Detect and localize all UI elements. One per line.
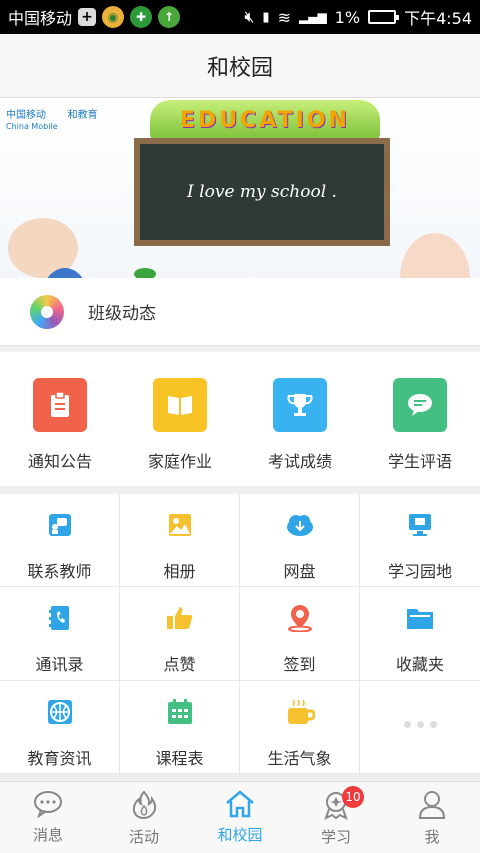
wifi-icon: ≋ [277, 7, 291, 27]
favorites-label: 收藏夹 [395, 655, 444, 675]
monitor-icon [405, 510, 435, 540]
photo-icon [165, 510, 195, 540]
main-feature-grid: 通知公告 家庭作业 考试成绩 学生评语 [0, 352, 480, 486]
message-icon [34, 791, 62, 818]
contact-teacher-button[interactable]: 联系教师 [0, 494, 120, 588]
cloud-download-icon [285, 510, 315, 540]
nav-me[interactable]: 我 [384, 782, 480, 853]
clock: 下午4:54 [404, 9, 472, 28]
upload-arrow-icon: ↑ [158, 6, 181, 28]
location-icon [285, 603, 315, 633]
timetable-label: 课程表 [155, 748, 204, 768]
person-icon [418, 791, 446, 819]
class-dynamics-icon [30, 294, 64, 329]
china-mobile-logo: 中国移动 China Mobile [6, 110, 58, 131]
title-bar: 和校园 [0, 34, 480, 98]
nav-campus-label: 和校园 [217, 826, 263, 844]
flame-icon [132, 790, 157, 820]
bottom-nav: 消息 活动 和校园 10 学习 我 [0, 781, 480, 853]
education-news-label: 教育资讯 [27, 748, 92, 768]
add-icon: + [78, 8, 97, 26]
banner-logos: 中国移动 China Mobile 和教育 [6, 106, 98, 132]
mute-icon: 🔇︎ [244, 7, 255, 26]
nav-activities-label: 活动 [128, 828, 159, 846]
student-comments-button[interactable]: 学生评语 [360, 352, 480, 486]
nav-learning-label: 学习 [320, 828, 351, 846]
notice-button[interactable]: 通知公告 [0, 352, 120, 486]
battery-percent: 1% [334, 7, 361, 27]
contact-teacher-icon [45, 510, 75, 540]
nav-messages[interactable]: 消息 [0, 782, 96, 853]
basketball-icon [45, 697, 75, 727]
study-area-button[interactable]: 学习园地 [360, 494, 480, 588]
folder-icon [405, 603, 435, 633]
chat-icon [393, 378, 447, 432]
nav-messages-label: 消息 [32, 826, 63, 844]
signal-icon: ▂▄▆ [298, 10, 327, 24]
student-illustration [400, 233, 470, 278]
sim-icon: ▮ [262, 9, 270, 25]
page-title: 和校园 [206, 55, 273, 81]
clipboard-icon [33, 378, 87, 432]
trophy-icon [273, 378, 327, 432]
education-news-button[interactable]: 教育资讯 [0, 680, 120, 774]
calendar-icon [165, 697, 195, 727]
thumbs-up-icon [165, 603, 195, 633]
nav-activities[interactable]: 活动 [96, 782, 192, 853]
homework-label: 家庭作业 [147, 452, 212, 471]
album-label: 相册 [163, 562, 196, 581]
like-button[interactable]: 点赞 [120, 587, 240, 681]
cloud-drive-button[interactable]: 网盘 [240, 494, 360, 588]
contact-teacher-label: 联系教师 [27, 562, 92, 581]
nav-learning[interactable]: 10 学习 [288, 782, 384, 853]
nav-campus[interactable]: 和校园 [192, 782, 288, 853]
like-label: 点赞 [163, 655, 196, 675]
timetable-button[interactable]: 课程表 [120, 680, 240, 774]
notice-label: 通知公告 [27, 452, 92, 471]
address-book-button[interactable]: 通讯录 [0, 587, 120, 681]
plus-app-icon: ✚ [130, 6, 153, 28]
favorites-button[interactable]: 收藏夹 [360, 587, 480, 681]
battery-icon [368, 10, 400, 24]
book-icon [153, 378, 207, 432]
exam-scores-button[interactable]: 考试成绩 [240, 352, 360, 486]
leaf-illustration [134, 268, 156, 278]
study-area-label: 学习园地 [387, 562, 452, 581]
class-dynamics-label: 班级动态 [88, 304, 156, 324]
check-in-button[interactable]: 签到 [240, 587, 360, 681]
carrier-name: 中国移动 [8, 9, 73, 28]
education-sign: EDUCATION [150, 100, 380, 140]
chalkboard: I love my school . [134, 138, 390, 246]
student-comments-label: 学生评语 [387, 452, 452, 471]
album-button[interactable]: 相册 [120, 494, 240, 588]
home-icon [226, 790, 254, 818]
more-button[interactable] [360, 681, 480, 774]
promo-banner[interactable]: 中国移动 China Mobile 和教育 EDUCATION I love my… [0, 98, 480, 278]
coffee-icon [285, 697, 315, 727]
cloud-drive-label: 网盘 [283, 562, 316, 581]
app-notification-icon: ◉ [102, 6, 125, 28]
he-education-logo: 和教育 [67, 110, 98, 121]
exam-scores-label: 考试成绩 [267, 452, 332, 471]
sub-feature-grid: 联系教师 相册 网盘 学习园地 通讯录 点赞 签到 收藏夹 教育资讯 课程表 生… [0, 494, 480, 774]
status-bar: 中国移动 + ◉ ✚ ↑ 🔇︎ ▮ ≋ ▂▄▆ 1% 下午4:54 [0, 0, 480, 34]
learning-badge: 10 [342, 786, 364, 808]
class-dynamics-row[interactable]: 班级动态 [0, 278, 480, 346]
more-dots-icon [403, 720, 437, 728]
address-book-label: 通讯录 [35, 655, 84, 675]
life-weather-label: 生活气象 [267, 748, 332, 768]
homework-button[interactable]: 家庭作业 [120, 352, 240, 486]
life-weather-button[interactable]: 生活气象 [240, 680, 360, 774]
phonebook-icon [45, 603, 75, 633]
check-in-label: 签到 [283, 655, 316, 675]
nav-me-label: 我 [424, 828, 440, 846]
